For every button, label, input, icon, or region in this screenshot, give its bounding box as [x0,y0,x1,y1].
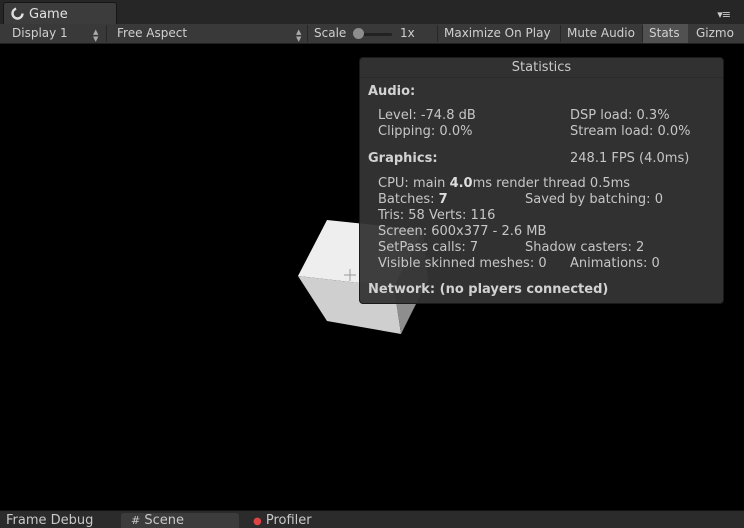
screen-size: Screen: 600x377 - 2.6 MB [378,224,547,239]
statistics-panel: Statistics Audio: Level: -74.8 dB DSP lo… [359,57,724,304]
panel-menu-icon[interactable]: ▾≡ [717,8,731,21]
stats-button[interactable]: Stats [643,24,688,43]
scene-grid-icon: # [131,514,141,527]
aspect-dropdown[interactable]: Free Aspect [117,24,187,43]
graphics-header: Graphics: [368,151,438,166]
unity-logo-icon [11,7,24,23]
tab-game[interactable]: Game [3,2,117,24]
batches-value: 7 [438,192,448,207]
display-dropdown[interactable]: Display 1 [12,24,68,43]
batches: Batches: 7 [378,193,448,207]
dsp-load: DSP load: 0.3% [570,108,670,123]
animations: Animations: 0 [570,256,660,271]
mute-audio-button[interactable]: Mute Audio [567,24,635,43]
display-dropdown-arrows-icon: ▲ ▼ [93,28,99,43]
setpass-calls: SetPass calls: 7 [378,240,479,255]
tris-verts: Tris: 58 Verts: 116 [378,208,496,223]
audio-level: Level: -74.8 dB [378,108,476,123]
tab-profiler[interactable]: ● Profiler [253,513,312,528]
fps-readout: 248.1 FPS (4.0ms) [570,151,690,166]
maximize-on-play-button[interactable]: Maximize On Play [444,24,551,43]
cpu-main-value: 4.0 [449,176,473,191]
tab-scene-label: Scene [144,513,184,528]
tab-game-label: Game [29,7,68,22]
bottom-tab-bar: Frame Debug # Scene ● Profiler [0,510,744,528]
tab-profiler-label: Profiler [265,513,312,528]
aspect-dropdown-arrows-icon: ▲ ▼ [296,28,302,43]
stream-load: Stream load: 0.0% [570,124,691,139]
toolbar-divider [106,25,107,42]
cpu-time: CPU: main 4.0ms render thread 0.5ms [378,177,630,191]
saved-by-batching: Saved by batching: 0 [525,192,663,207]
scale-value: 1x [400,26,415,40]
batches-prefix: Batches: [378,192,439,207]
statistics-title: Statistics [360,58,723,78]
tab-frame-debug[interactable]: Frame Debug [6,513,93,528]
profiler-icon: ● [253,516,262,527]
scale-label: Scale [314,26,347,40]
cpu-time-suffix: ms render thread 0.5ms [472,176,631,191]
tab-bar: Game ▾≡ [0,0,744,24]
audio-clipping: Clipping: 0.0% [378,124,473,139]
shadow-casters: Shadow casters: 2 [525,240,645,255]
scale-slider-knob[interactable] [353,28,364,39]
gizmos-button[interactable]: Gizmo [696,24,734,43]
network-status: Network: (no players connected) [368,282,609,297]
toolbar-divider [560,25,561,42]
toolbar-divider [437,25,438,42]
cpu-time-prefix: CPU: main [378,176,450,191]
visible-skinned-meshes: Visible skinned meshes: 0 [378,256,547,271]
tab-scene[interactable]: # Scene [121,513,239,528]
toolbar-divider [307,25,308,42]
audio-header: Audio: [368,84,416,99]
